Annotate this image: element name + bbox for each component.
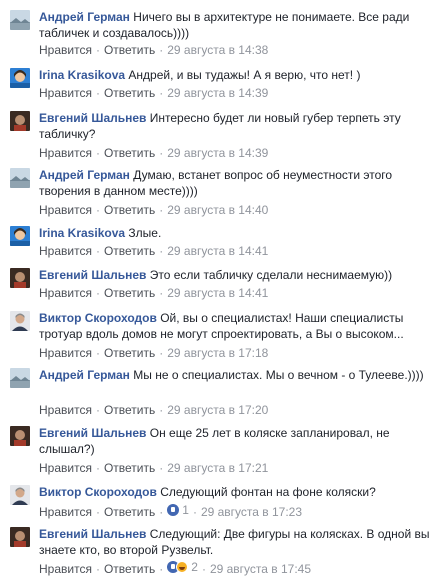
comment-author[interactable]: Андрей Герман bbox=[39, 10, 130, 24]
comment-text: Андрей, и вы тудажы! А я верю, что нет! … bbox=[128, 68, 361, 82]
comment-thread: Андрей Герман Ничего вы в архитектуре не… bbox=[0, 0, 443, 578]
comment-author[interactable]: Irina Krasikova bbox=[39, 68, 125, 82]
avatar[interactable] bbox=[10, 311, 30, 331]
comment-author[interactable]: Андрей Герман bbox=[39, 368, 130, 382]
like-link[interactable]: Нравится bbox=[39, 286, 92, 300]
comment-actions: Нравится · Ответить · 29 августа в 17:20 bbox=[39, 403, 269, 417]
reaction-count: 2 bbox=[191, 560, 198, 574]
comment-timestamp[interactable]: 29 августа в 14:38 bbox=[167, 43, 268, 57]
comment-actions: Нравится · Ответить · 29 августа в 14:38 bbox=[39, 43, 269, 57]
comment-actions: Нравится · Ответить · 29 августа в 14:41 bbox=[39, 286, 269, 300]
avatar[interactable] bbox=[10, 68, 30, 88]
like-link[interactable]: Нравится bbox=[39, 505, 92, 519]
comment-actions: Нравится · Ответить · 29 августа в 14:39 bbox=[39, 146, 269, 160]
comment-timestamp[interactable]: 29 августа в 17:23 bbox=[201, 505, 302, 519]
comment-timestamp[interactable]: 29 августа в 14:41 bbox=[167, 244, 268, 258]
comment-actions: Нравится · Ответить · 29 августа в 14:40 bbox=[39, 203, 269, 217]
comment-timestamp[interactable]: 29 августа в 14:39 bbox=[167, 146, 268, 160]
dark-avatar-icon bbox=[10, 426, 30, 446]
comment-actions: Нравится · Ответить · 29 августа в 14:39 bbox=[39, 86, 269, 100]
like-link[interactable]: Нравится bbox=[39, 86, 92, 100]
comment-text: Мы не о специалистах. Мы о вечном - о Ту… bbox=[133, 368, 424, 382]
comment-author[interactable]: Андрей Герман bbox=[39, 168, 130, 182]
reply-link[interactable]: Ответить bbox=[104, 505, 155, 519]
comment-author[interactable]: Евгений Шальнев bbox=[39, 426, 146, 440]
avatar[interactable] bbox=[10, 268, 30, 288]
comment-text: Злые. bbox=[128, 226, 162, 240]
blue-avatar-icon bbox=[10, 68, 30, 88]
comment-text: Это если табличку сделали неснимаемую)) bbox=[149, 268, 393, 282]
comment-timestamp[interactable]: 29 августа в 17:21 bbox=[167, 461, 268, 475]
dark-avatar-icon bbox=[10, 111, 30, 131]
avatar[interactable] bbox=[10, 226, 30, 246]
comment-timestamp[interactable]: 29 августа в 17:45 bbox=[210, 562, 311, 576]
man-avatar-icon bbox=[10, 311, 30, 331]
comment-author[interactable]: Irina Krasikova bbox=[39, 226, 125, 240]
reply-link[interactable]: Ответить bbox=[104, 346, 155, 360]
comment-author[interactable]: Виктор Скороходов bbox=[39, 311, 157, 325]
reply-link[interactable]: Ответить bbox=[104, 203, 155, 217]
man-avatar-icon bbox=[10, 485, 30, 505]
like-reaction-icon bbox=[167, 504, 180, 516]
avatar[interactable] bbox=[10, 527, 30, 547]
comment-actions: Нравится · Ответить · 29 августа в 17:18 bbox=[39, 346, 269, 360]
like-link[interactable]: Нравится bbox=[39, 203, 92, 217]
reply-link[interactable]: Ответить bbox=[104, 286, 155, 300]
avatar[interactable] bbox=[10, 10, 30, 30]
dark-avatar-icon bbox=[10, 527, 30, 547]
reply-link[interactable]: Ответить bbox=[104, 461, 155, 475]
reply-link[interactable]: Ответить bbox=[104, 146, 155, 160]
landscape-avatar-icon bbox=[10, 368, 30, 388]
avatar[interactable] bbox=[10, 485, 30, 505]
comment-author[interactable]: Виктор Скороходов bbox=[39, 485, 157, 499]
comment-actions: Нравится · Ответить · 29 августа в 14:41 bbox=[39, 244, 269, 258]
comment-actions: Нравится · Ответить · 1 · 29 августа в 17:23 bbox=[39, 503, 303, 519]
dark-avatar-icon bbox=[10, 268, 30, 288]
reply-link[interactable]: Ответить bbox=[104, 86, 155, 100]
like-link[interactable]: Нравится bbox=[39, 346, 92, 360]
comment-timestamp[interactable]: 29 августа в 14:41 bbox=[167, 286, 268, 300]
blue-avatar-icon bbox=[10, 226, 30, 246]
reactions[interactable]: 1 bbox=[167, 503, 189, 517]
laugh-reaction-icon bbox=[176, 561, 189, 573]
reply-link[interactable]: Ответить bbox=[104, 244, 155, 258]
landscape-avatar-icon bbox=[10, 10, 30, 30]
avatar[interactable] bbox=[10, 368, 30, 388]
like-link[interactable]: Нравится bbox=[39, 403, 92, 417]
reply-link[interactable]: Ответить bbox=[104, 43, 155, 57]
avatar[interactable] bbox=[10, 426, 30, 446]
landscape-avatar-icon bbox=[10, 168, 30, 188]
like-link[interactable]: Нравится bbox=[39, 244, 92, 258]
comment-timestamp[interactable]: 29 августа в 14:40 bbox=[167, 203, 268, 217]
reaction-count: 1 bbox=[182, 503, 189, 517]
like-link[interactable]: Нравится bbox=[39, 43, 92, 57]
comment-timestamp[interactable]: 29 августа в 14:39 bbox=[167, 86, 268, 100]
reactions[interactable]: 2 bbox=[167, 560, 198, 574]
comment-timestamp[interactable]: 29 августа в 17:20 bbox=[167, 403, 268, 417]
like-link[interactable]: Нравится bbox=[39, 461, 92, 475]
like-link[interactable]: Нравится bbox=[39, 562, 92, 576]
comment-author[interactable]: Евгений Шальнев bbox=[39, 527, 146, 541]
comment-actions: Нравится · Ответить · 2 · 29 августа в 17:45 bbox=[39, 560, 312, 576]
comment-text: Следующий фонтан на фоне коляски? bbox=[160, 485, 376, 499]
comment-author[interactable]: Евгений Шальнев bbox=[39, 268, 146, 282]
avatar[interactable] bbox=[10, 168, 30, 188]
reply-link[interactable]: Ответить bbox=[104, 403, 155, 417]
comment-actions: Нравится · Ответить · 29 августа в 17:21 bbox=[39, 461, 269, 475]
like-link[interactable]: Нравится bbox=[39, 146, 92, 160]
comment-author[interactable]: Евгений Шальнев bbox=[39, 111, 146, 125]
comment-timestamp[interactable]: 29 августа в 17:18 bbox=[167, 346, 268, 360]
avatar[interactable] bbox=[10, 111, 30, 131]
reply-link[interactable]: Ответить bbox=[104, 562, 155, 576]
